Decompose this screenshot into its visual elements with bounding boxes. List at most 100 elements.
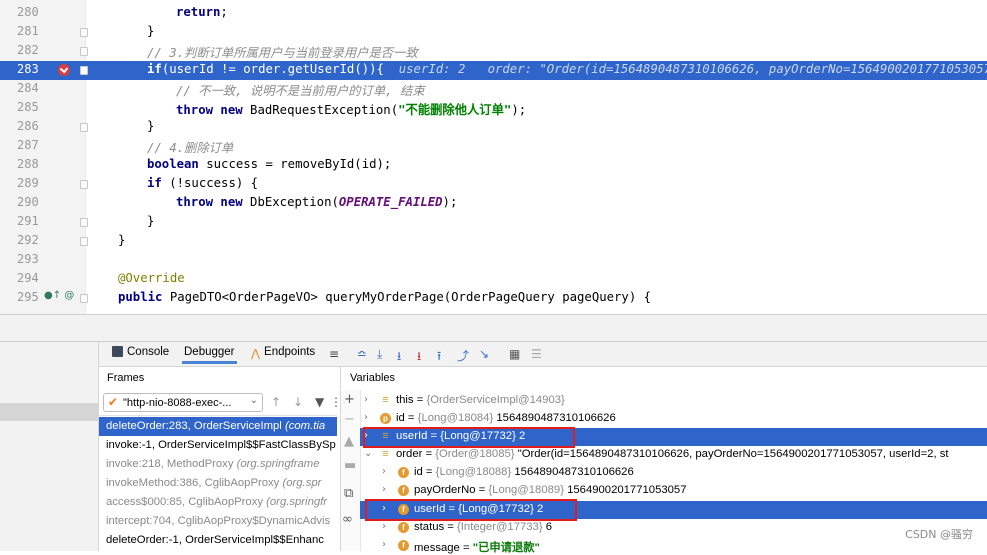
stack-frame[interactable]: deleteOrder:-1, OrderServiceImpl$$Enhanc [99, 531, 337, 550]
code-line[interactable]: 291} [0, 213, 987, 232]
code-line[interactable]: 289 if (!success) { [0, 175, 987, 194]
show-all-icon[interactable]: ∞ [342, 512, 353, 527]
fold-marker-icon[interactable] [80, 237, 88, 246]
line-number[interactable]: 292 [17, 233, 39, 247]
step-out-icon[interactable]: ⭱ [437, 347, 441, 368]
remove-watch-icon[interactable]: − [344, 412, 355, 427]
code-line[interactable]: 281} [0, 23, 987, 42]
force-step-into-icon[interactable]: ⭳ [417, 347, 421, 368]
code-line[interactable]: 293 [0, 251, 987, 270]
line-number[interactable]: 289 [17, 176, 39, 190]
code-line[interactable]: 290 throw new DbException(OPERATE_FAILED)… [0, 194, 987, 213]
panel-separator[interactable] [0, 314, 987, 342]
code-line[interactable]: 285 throw new BadRequestException("不能删除他人… [0, 99, 987, 118]
fold-marker-icon[interactable] [80, 66, 88, 75]
step-over-icon[interactable]: ⤓ [377, 347, 382, 362]
fold-marker-icon[interactable] [80, 123, 88, 132]
frame-up-icon[interactable]: ↑ [271, 395, 281, 409]
drop-frame-icon[interactable]: ⤴ [457, 347, 469, 364]
code-token: ; [220, 5, 228, 19]
code-line[interactable]: 288 boolean success = removeById(id); [0, 156, 987, 175]
expand-arrow-icon[interactable]: › [382, 484, 386, 495]
code-editor[interactable]: 280 return; 281} 282// 3.判断订单所属用户与当前登录用户是否一… [0, 0, 987, 314]
stack-frame[interactable]: invoke:218, MethodProxy (org.springframe [99, 455, 337, 474]
code-token: DbException( [250, 195, 339, 209]
run-to-cursor-icon[interactable]: ↘ [479, 347, 489, 361]
code-line-current[interactable]: 283 if(userId != order.getUserId()){ user… [0, 61, 987, 80]
watermark: CSDN @骚穷 [905, 528, 973, 541]
code-text: } [147, 214, 154, 228]
stack-frame-label: invoke:218, MethodProxy (org.springframe [106, 458, 320, 470]
expand-arrow-icon[interactable]: › [364, 412, 368, 423]
copy-icon[interactable]: ⧉ [344, 486, 353, 501]
move-down-icon[interactable]: ▬ [344, 458, 356, 473]
override-marker-icon[interactable]: ●↑ @ [44, 290, 74, 301]
add-watch-icon[interactable]: + [344, 392, 355, 407]
line-number[interactable]: 295 [17, 290, 39, 304]
breakpoint-icon[interactable] [58, 64, 70, 76]
expand-arrow-icon[interactable]: › [382, 466, 386, 477]
fold-marker-icon[interactable] [80, 294, 88, 303]
variable-row[interactable]: › f status = {Integer@17733} 6 [360, 519, 987, 537]
line-number[interactable]: 281 [17, 24, 39, 38]
code-line[interactable]: 292} [0, 232, 987, 251]
highlight-order-userid [365, 499, 577, 521]
expand-arrow-icon[interactable]: › [382, 539, 386, 550]
stack-frame[interactable]: intercept:704, CglibAopProxy$DynamicAdvi… [99, 512, 337, 531]
variable-icon: ≡ [382, 394, 389, 406]
code-line[interactable]: 284 // 不一致, 说明不是当前用户的订单, 结束 [0, 80, 987, 99]
fold-marker-icon[interactable] [80, 218, 88, 227]
frames-header-label: Frames [107, 372, 145, 384]
line-number[interactable]: 283 [17, 62, 39, 76]
variable-row[interactable]: › p id = {Long@18084} 1564890487310106626 [360, 410, 987, 428]
line-number[interactable]: 284 [17, 81, 39, 95]
tab-debugger[interactable]: Debugger [182, 346, 237, 364]
code-line[interactable]: 287 // 4.删除订单 [0, 137, 987, 156]
code-text: if(userId != order.getUserId()){ userId:… [147, 62, 987, 76]
line-number[interactable]: 294 [17, 271, 39, 285]
stack-frame[interactable]: invoke:-1, OrderServiceImpl$$FastClassBy… [99, 436, 337, 455]
stack-frame-method: invokeMethod:386, CglibAopProxy [106, 477, 283, 489]
filter-icon[interactable]: ▼ [315, 395, 324, 409]
code-text: } [118, 233, 125, 247]
stack-frame[interactable]: deleteOrder:283, OrderServiceImpl (com.t… [99, 417, 337, 436]
code-line[interactable]: 280 return; [0, 4, 987, 23]
move-up-icon[interactable]: ▲ [344, 434, 354, 449]
fold-marker-icon[interactable] [80, 28, 88, 37]
line-number[interactable]: 282 [17, 43, 39, 57]
variable-row[interactable]: ⌄ ≡ order = {Order@18085} "Order(id=156489… [360, 446, 987, 464]
fold-marker-icon[interactable] [80, 180, 88, 189]
expand-arrow-icon[interactable]: › [382, 521, 386, 532]
menu-lines-icon[interactable]: ≡ [329, 347, 339, 361]
code-line[interactable]: 295 ●↑ @ public PageDTO<OrderPageVO> query… [0, 289, 987, 308]
code-line[interactable]: 286} [0, 118, 987, 137]
line-number[interactable]: 288 [17, 157, 39, 171]
variable-row[interactable]: › f payOrderNo = {Long@18089} 156490020177… [360, 482, 987, 500]
tab-endpoints[interactable]: ⋀ Endpoints [251, 346, 315, 360]
stack-frame[interactable]: invokeMethod:386, CglibAopProxy (org.spr [99, 474, 337, 493]
thread-dropdown[interactable]: ✔ "http-nio-8088-exec-... ⌄ [103, 393, 263, 412]
show-execution-point-icon[interactable]: ≏ [357, 347, 367, 361]
variable-row[interactable]: › f message = "已申请退款" [360, 537, 987, 555]
line-number[interactable]: 287 [17, 138, 39, 152]
variable-text: id = {Long@18084} 1564890487310106626 [396, 412, 616, 424]
frame-down-icon[interactable]: ↓ [293, 395, 303, 409]
line-number[interactable]: 280 [17, 5, 39, 19]
line-number[interactable]: 293 [17, 252, 39, 266]
tab-console[interactable]: Console [112, 346, 169, 358]
line-number[interactable]: 286 [17, 119, 39, 133]
variable-row[interactable]: › ≡ this = {OrderServiceImpl@14903} [360, 392, 987, 410]
variable-row[interactable]: › f id = {Long@18088} 1564890487310106626 [360, 464, 987, 482]
line-number[interactable]: 290 [17, 195, 39, 209]
line-number[interactable]: 291 [17, 214, 39, 228]
trace-icon[interactable]: ☰ [531, 347, 542, 361]
evaluate-expression-icon[interactable]: ▦ [509, 347, 520, 361]
line-number[interactable]: 285 [17, 100, 39, 114]
code-line[interactable]: 294 @Override [0, 270, 987, 289]
collapse-arrow-icon[interactable]: ⌄ [364, 448, 372, 459]
expand-arrow-icon[interactable]: › [364, 394, 368, 405]
step-into-icon[interactable]: ⭳ [397, 347, 401, 368]
fold-marker-icon[interactable] [80, 47, 88, 56]
stack-frame[interactable]: access$000:85, CglibAopProxy (org.spring… [99, 493, 337, 512]
code-line[interactable]: 282 // 3.判断订单所属用户与当前登录用户是否一致 [0, 42, 987, 61]
